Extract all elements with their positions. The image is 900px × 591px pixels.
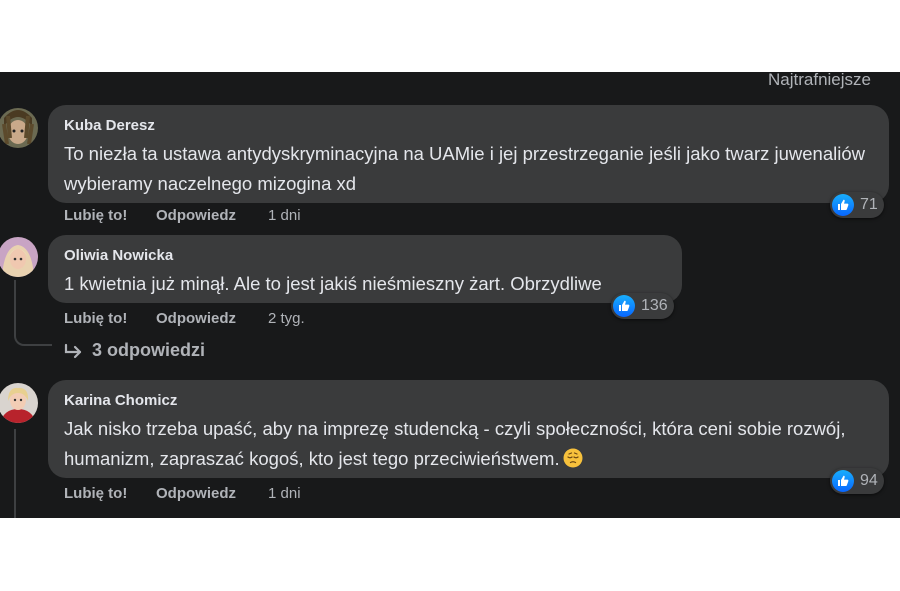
comment-author[interactable]: Oliwia Nowicka xyxy=(64,247,173,264)
comment-text: Jak nisko trzeba upaść, aby na imprezę s… xyxy=(64,414,879,474)
comments-panel: Najtrafniejsze Kuba Deresz To niezła ta … xyxy=(0,72,900,518)
reaction-count: 136 xyxy=(641,297,668,314)
thread-connector xyxy=(14,280,52,346)
comment-timestamp[interactable]: 1 dni xyxy=(268,485,301,502)
like-button[interactable]: Lubię to! xyxy=(64,207,127,224)
like-icon xyxy=(613,295,635,317)
comment-text: To niezła ta ustawa antydyskryminacyjna … xyxy=(64,143,865,194)
comment-timestamp[interactable]: 2 tyg. xyxy=(268,310,305,327)
comment-bubble: Oliwia Nowicka 1 kwietnia już minął. Ale… xyxy=(48,235,682,303)
avatar[interactable] xyxy=(0,108,38,148)
comment-author[interactable]: Kuba Deresz xyxy=(64,117,155,134)
replies-count-label: 3 odpowiedzi xyxy=(92,340,206,360)
comment-bubble: Kuba Deresz To niezła ta ustawa antydysk… xyxy=(48,105,889,203)
avatar[interactable] xyxy=(0,383,38,423)
reply-button[interactable]: Odpowiedz xyxy=(156,310,236,327)
comment-text-body: Jak nisko trzeba upaść, aby na imprezę s… xyxy=(64,418,846,469)
reply-button[interactable]: Odpowiedz xyxy=(156,485,236,502)
sort-menu-label[interactable]: Najtrafniejsze xyxy=(768,72,900,90)
reaction-count: 71 xyxy=(860,196,878,213)
comment-author[interactable]: Karina Chomicz xyxy=(64,392,177,409)
thread-connector xyxy=(14,429,16,518)
comment-text: 1 kwietnia już minął. Ale to jest jakiś … xyxy=(64,273,602,294)
like-button[interactable]: Lubię to! xyxy=(64,310,127,327)
reaction-count: 94 xyxy=(860,472,878,489)
avatar[interactable] xyxy=(0,237,38,277)
reply-arrow-icon xyxy=(64,343,82,358)
reaction-count-badge[interactable]: 94 xyxy=(830,468,884,494)
reaction-count-badge[interactable]: 136 xyxy=(611,293,674,319)
like-button[interactable]: Lubię to! xyxy=(64,485,127,502)
reaction-count-badge[interactable]: 71 xyxy=(830,192,884,218)
pensive-face-icon xyxy=(563,448,583,468)
comment-bubble: Karina Chomicz Jak nisko trzeba upaść, a… xyxy=(48,380,889,478)
like-icon xyxy=(832,470,854,492)
reply-button[interactable]: Odpowiedz xyxy=(156,207,236,224)
view-replies-link[interactable]: 3 odpowiedzi xyxy=(64,340,205,361)
comment-timestamp[interactable]: 1 dni xyxy=(268,207,301,224)
like-icon xyxy=(832,194,854,216)
